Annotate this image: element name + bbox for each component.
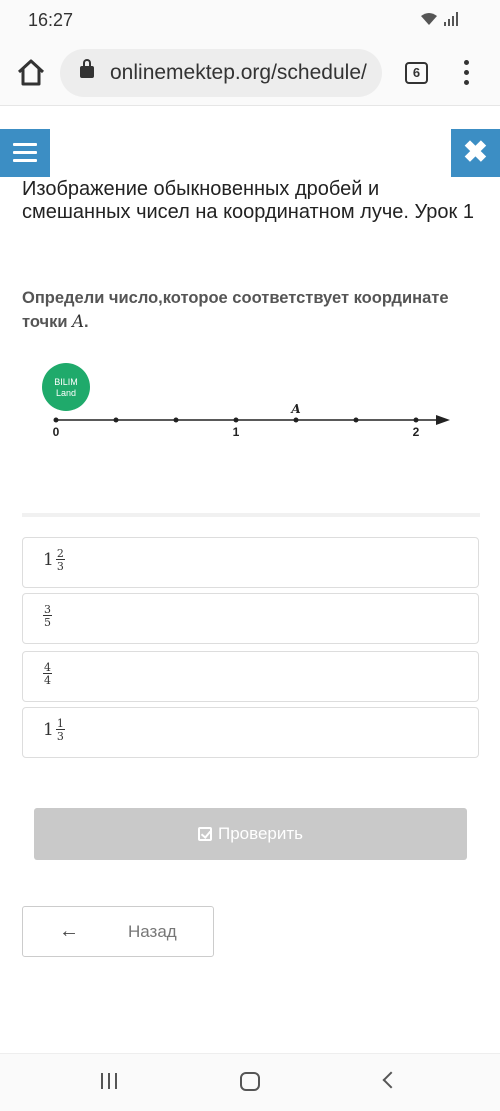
lock-icon — [80, 59, 94, 78]
fraction-numerator: 4 — [44, 661, 51, 674]
more-vert-icon[interactable] — [458, 60, 474, 86]
tick-dot — [53, 417, 59, 423]
arrow-left-icon: ← — [59, 920, 79, 942]
tick-label: 1 — [233, 425, 240, 439]
number-line-figure: BILIM Land 012A — [40, 360, 460, 450]
address-bar[interactable]: onlinemektep.org/schedule/ — [60, 49, 382, 97]
back-button[interactable]: ← Назад — [22, 906, 214, 957]
fraction: 44 — [43, 662, 52, 686]
wifi-icon — [421, 13, 437, 25]
tick-dot — [413, 417, 419, 423]
fraction: 23 — [55, 547, 65, 573]
home-circle-icon[interactable] — [240, 1072, 260, 1091]
question-text: Определи число,которое соответствует коо… — [22, 286, 462, 334]
answer-option[interactable]: 35 — [22, 593, 479, 644]
fraction-numerator: 1 — [56, 717, 64, 730]
tick-dot — [113, 417, 119, 423]
android-nav-bar — [0, 1053, 500, 1111]
fraction-denominator: 3 — [55, 729, 65, 743]
fraction-value: 35 — [43, 604, 52, 628]
fraction: 35 — [43, 604, 52, 628]
answer-option[interactable]: 113 — [22, 707, 479, 758]
hamburger-icon[interactable] — [0, 129, 50, 177]
status-bar: 16:27 — [0, 0, 500, 40]
divider — [22, 513, 480, 517]
tabs-count-button[interactable]: 6 — [405, 62, 428, 84]
fraction-value: 44 — [43, 662, 52, 686]
close-icon[interactable]: ✖ — [451, 129, 500, 177]
back-chevron-icon[interactable] — [382, 1071, 400, 1089]
fraction-value: 113 — [43, 718, 65, 742]
lesson-title: Изображение обыкновенных дробей и смешан… — [22, 178, 474, 223]
status-icons — [420, 12, 458, 26]
check-square-icon — [197, 827, 212, 841]
status-time: 16:27 — [28, 10, 74, 30]
home-icon[interactable] — [14, 56, 48, 90]
tick-label: 2 — [413, 425, 420, 439]
point-symbol: A — [72, 312, 85, 331]
recent-apps-icon[interactable] — [101, 1073, 117, 1089]
answer-option[interactable]: 44 — [22, 651, 479, 702]
fraction-whole: 1 — [43, 720, 54, 740]
fraction: 13 — [55, 717, 65, 743]
check-button-label: Проверить — [217, 824, 304, 843]
arrow-head-icon — [436, 415, 450, 425]
fraction-numerator: 3 — [44, 603, 51, 616]
fraction-denominator: 3 — [55, 559, 65, 573]
tick-dot — [173, 417, 179, 423]
fraction-value: 123 — [43, 548, 65, 572]
number-line: 0 1 2 A — [53, 402, 450, 439]
signal-icon — [444, 12, 458, 26]
question-end: . — [84, 313, 89, 331]
tick-dot — [233, 417, 239, 423]
fraction-whole: 1 — [43, 550, 54, 570]
fraction-denominator: 4 — [43, 673, 52, 687]
check-button[interactable]: Проверить — [34, 808, 467, 860]
tick-label: 0 — [53, 425, 60, 439]
url-text[interactable]: onlinemektep.org/schedule/ — [110, 61, 367, 85]
fraction-denominator: 5 — [43, 615, 52, 629]
answer-option[interactable]: 123 — [22, 537, 479, 588]
point-a-label: A — [290, 402, 300, 416]
tick-dot — [293, 417, 299, 423]
fraction-numerator: 2 — [56, 547, 64, 560]
back-button-label: Назад — [128, 922, 177, 941]
browser-toolbar: onlinemektep.org/schedule/ 6 — [0, 40, 500, 106]
tick-dot — [353, 417, 359, 423]
